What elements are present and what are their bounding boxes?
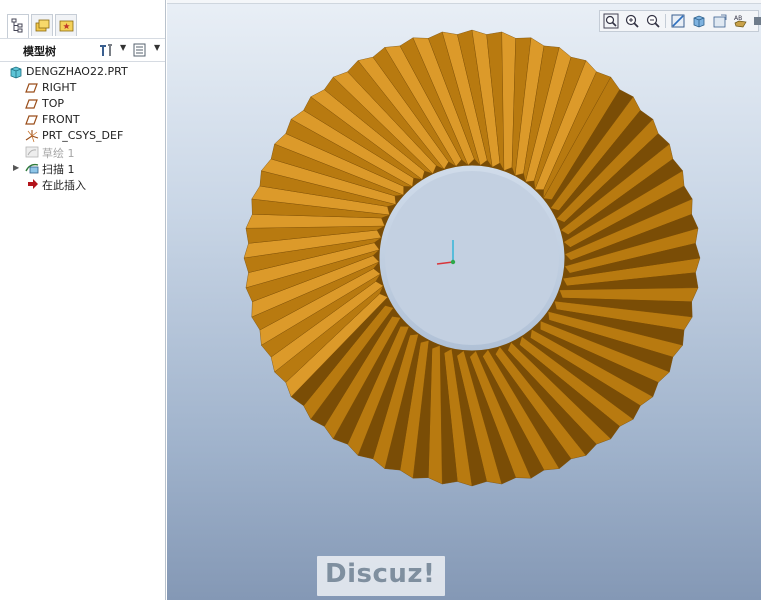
part-icon xyxy=(10,66,22,79)
tree-item-top-plane[interactable]: TOP xyxy=(0,96,165,112)
sketch-icon xyxy=(25,146,39,158)
bevel-gear-model[interactable] xyxy=(167,0,761,600)
watermark-text: Discuz! xyxy=(325,559,436,589)
tree-item-label: 扫描 1 xyxy=(42,163,75,176)
tree-settings-button[interactable] xyxy=(97,41,117,59)
forum-watermark: Discuz! xyxy=(317,556,445,596)
model-tree-header: 模型树 ▼ ▼ xyxy=(0,39,165,62)
tree-item-label: DENGZHAO22.PRT xyxy=(26,65,128,78)
tab-favorites[interactable] xyxy=(55,14,77,36)
tab-model-tree[interactable] xyxy=(7,14,29,38)
show-columns-icon xyxy=(133,43,146,57)
folder-browser-tab-icon xyxy=(35,19,50,32)
tree-settings-chevron-down-icon[interactable]: ▼ xyxy=(120,43,126,52)
tree-show-button[interactable] xyxy=(132,41,150,59)
favorites-tab-icon xyxy=(59,20,74,32)
tree-item-csys[interactable]: PRT_CSYS_DEF xyxy=(0,128,165,144)
coordinate-triad-icon xyxy=(436,240,456,265)
tree-item-label: 草绘 1 xyxy=(42,147,75,160)
tree-item-right-plane[interactable]: RIGHT xyxy=(0,80,165,96)
tree-item-insert-here[interactable]: 在此插入 xyxy=(0,176,165,192)
datum-plane-icon xyxy=(25,83,38,93)
insert-here-arrow-icon xyxy=(28,179,38,189)
tree-item-part[interactable]: DENGZHAO22.PRT xyxy=(0,64,165,80)
graphics-window[interactable]: AB Discuz! xyxy=(167,0,761,600)
tree-item-sweep[interactable]: ▶ 扫描 1 xyxy=(0,160,165,176)
navigator-tabs xyxy=(0,0,165,39)
expand-arrow-icon[interactable]: ▶ xyxy=(13,163,19,172)
tree-item-label: 在此插入 xyxy=(42,179,86,192)
tab-folder-browser[interactable] xyxy=(31,14,53,36)
sweep-icon xyxy=(25,163,39,174)
model-tree-tab-icon xyxy=(11,18,23,33)
tree-item-label: PRT_CSYS_DEF xyxy=(42,129,124,142)
navigator-panel: 模型树 ▼ ▼ DENGZHAO22.PRT RIGHT TOP FRONT P… xyxy=(0,0,166,600)
tree-item-label: RIGHT xyxy=(42,81,77,94)
creo-window: 模型树 ▼ ▼ DENGZHAO22.PRT RIGHT TOP FRONT P… xyxy=(0,0,761,600)
tree-item-front-plane[interactable]: FRONT xyxy=(0,112,165,128)
model-tree-title: 模型树 xyxy=(23,45,56,58)
tree-settings-icon xyxy=(100,44,112,56)
tree-item-label: TOP xyxy=(42,97,65,110)
gear-bore xyxy=(385,171,559,345)
datum-plane-icon xyxy=(25,115,38,125)
tree-show-chevron-down-icon[interactable]: ▼ xyxy=(154,43,160,52)
tree-item-label: FRONT xyxy=(42,113,80,126)
coordinate-system-icon xyxy=(25,130,39,143)
datum-plane-icon xyxy=(25,99,38,109)
tree-item-sketch[interactable]: 草绘 1 xyxy=(0,144,165,160)
